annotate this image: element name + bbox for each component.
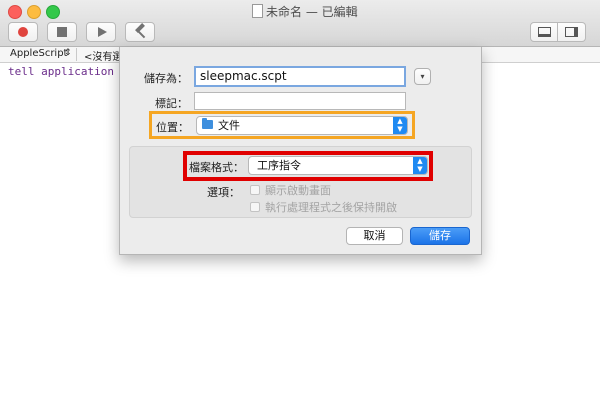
play-icon [98,27,107,37]
file-format-highlight-box [183,151,433,181]
show-startup-screen-checkbox[interactable] [250,185,260,195]
chevron-down-icon: ▾ [420,72,425,81]
run-button[interactable] [86,22,116,42]
script-editor-text[interactable]: tell application "S [8,65,134,78]
element-popup[interactable]: <沒有選 [84,48,122,63]
cancel-button[interactable]: 取消 [346,227,403,245]
side-pane-icon [565,27,578,37]
tags-label: 標記： [155,97,188,110]
stop-button[interactable] [47,22,77,42]
minimize-window-button[interactable] [27,5,41,19]
expand-dialog-button[interactable]: ▾ [414,68,431,85]
divider [76,48,77,61]
window-title: 未命名 — 已編輯 [266,5,358,19]
save-button[interactable]: 儲存 [410,227,470,245]
save-as-field[interactable]: sleepmac.scpt [194,66,406,87]
language-popup[interactable]: AppleScript [10,48,67,59]
show-bottom-pane-button[interactable] [530,22,558,42]
stay-open-label: 執行處理程式之後保持開啟 [265,201,397,214]
compile-button[interactable] [125,22,155,42]
document-icon [252,4,263,18]
close-window-button[interactable] [8,5,22,19]
language-popup-arrow-icon: ⇕ [64,48,72,58]
location-highlight-box [149,111,415,139]
tags-field[interactable] [194,92,406,110]
window-titlebar: 未命名 — 已編輯 [0,0,600,47]
stay-open-checkbox[interactable] [250,202,260,212]
zoom-window-button[interactable] [46,5,60,19]
show-startup-screen-label: 顯示啟動畫面 [265,184,331,197]
save-as-label: 儲存為： [144,72,188,85]
record-icon [18,27,28,37]
show-side-pane-button[interactable] [558,22,586,42]
bottom-pane-icon [538,27,551,37]
stop-icon [57,27,67,37]
record-button[interactable] [8,22,38,42]
options-label: 選項： [207,186,240,199]
save-sheet: 儲存為： sleepmac.scpt ▾ 標記： 位置： 文件 ▲ ▼ 檔案格式：… [119,47,482,255]
